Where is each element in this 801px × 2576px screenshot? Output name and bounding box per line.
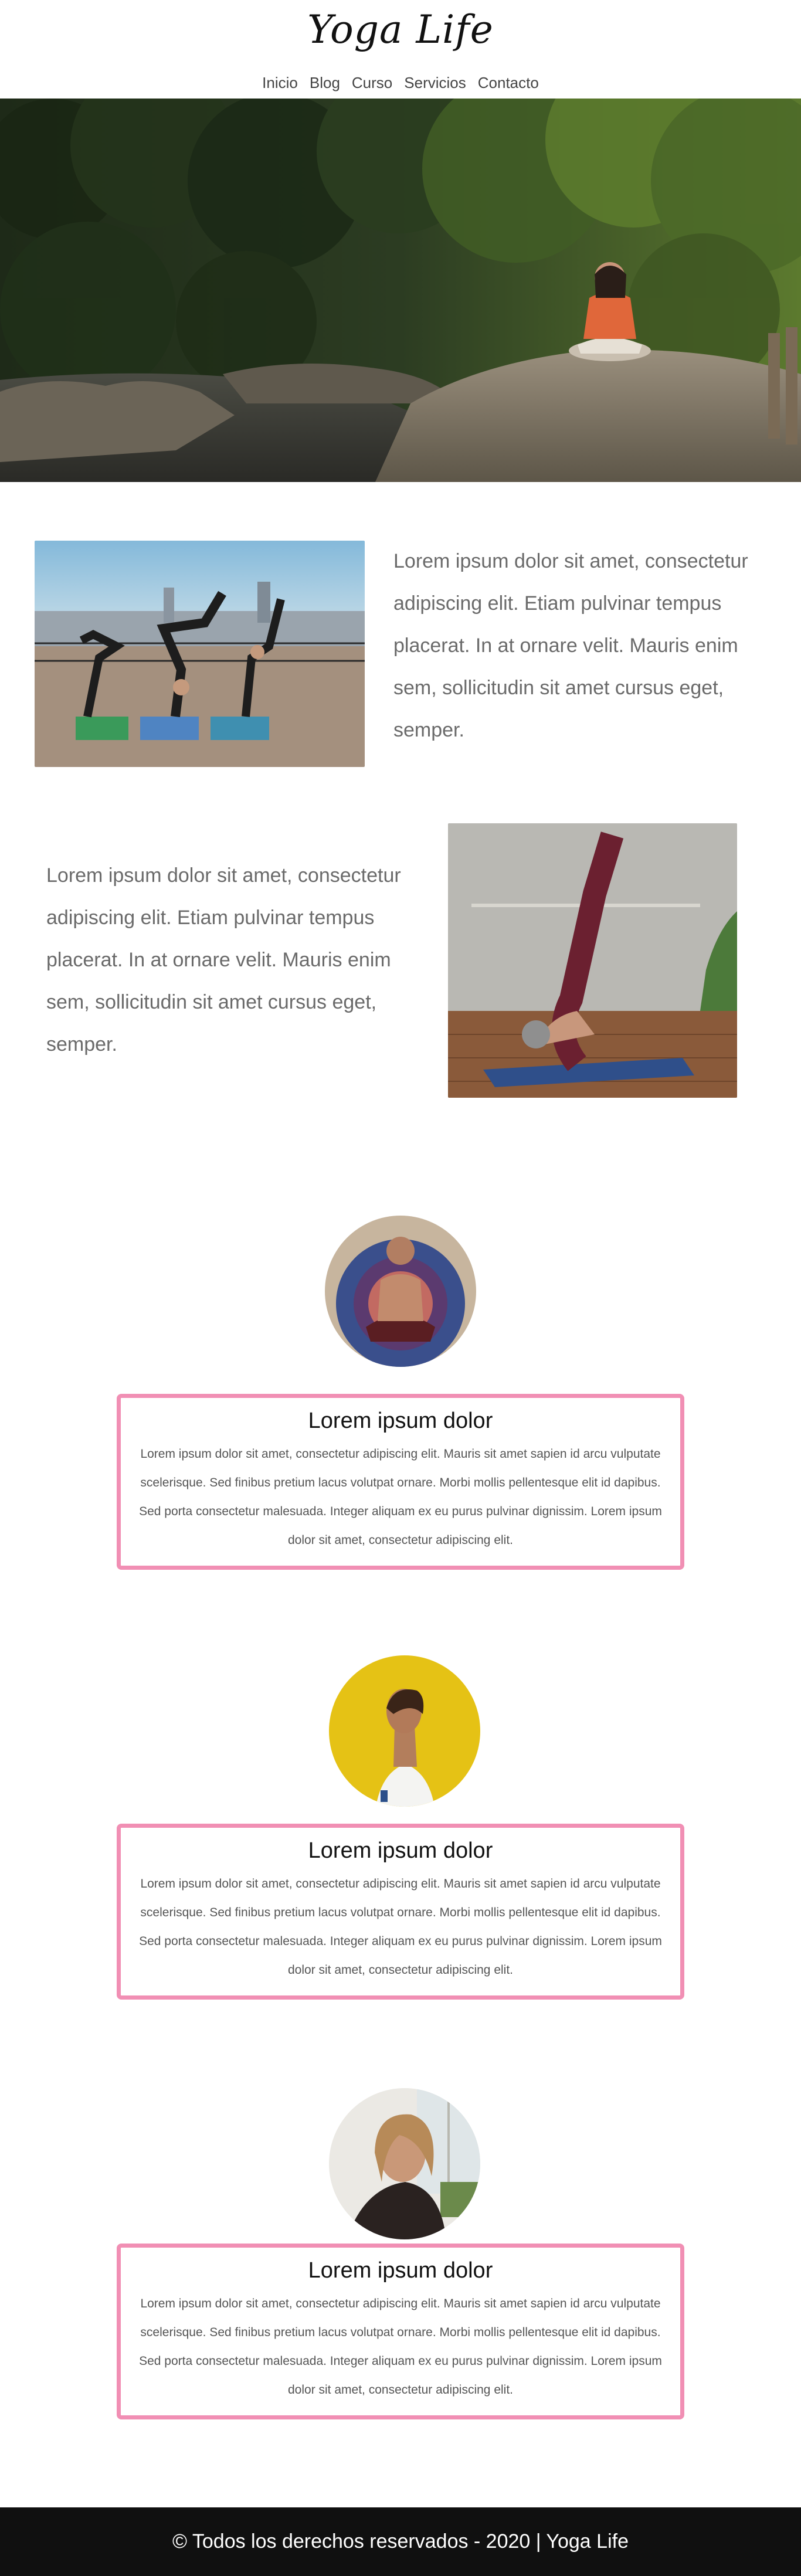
yoga-handstand-photo <box>448 823 737 1098</box>
site-header: Yoga Life Inicio Blog Curso Servicios Co… <box>0 0 801 99</box>
card-body-3: Lorem ipsum dolor sit amet, consectetur … <box>139 2297 662 2397</box>
nav-link-servicios[interactable]: Servicios <box>398 74 471 92</box>
card-title-2: Lorem ipsum dolor <box>308 1838 493 1863</box>
nav-link-inicio[interactable]: Inicio <box>256 74 304 92</box>
avatar-meditation-man <box>325 1216 476 1367</box>
yoga-group-photo <box>35 541 365 767</box>
nav-link-curso[interactable]: Curso <box>346 74 398 92</box>
card-body-2: Lorem ipsum dolor sit amet, consectetur … <box>139 1877 662 1977</box>
feature-text-1: Lorem ipsum dolor sit amet, consectetur … <box>393 550 748 741</box>
site-logo[interactable]: Yoga Life <box>0 7 801 52</box>
main-nav: Inicio Blog Curso Servicios Contacto <box>0 74 801 92</box>
hero-image <box>0 99 801 482</box>
card-title-3: Lorem ipsum dolor <box>308 2258 493 2283</box>
info-card-3: Lorem ipsum dolor Lorem ipsum dolor sit … <box>117 2244 684 2419</box>
avatar-woman-window <box>329 2088 480 2239</box>
card-body-1: Lorem ipsum dolor sit amet, consectetur … <box>139 1447 662 1547</box>
info-card-2: Lorem ipsum dolor Lorem ipsum dolor sit … <box>117 1824 684 2000</box>
avatar-woman-yellow <box>329 1655 480 1807</box>
feature-text-2: Lorem ipsum dolor sit amet, consectetur … <box>46 864 401 1055</box>
info-card-1: Lorem ipsum dolor Lorem ipsum dolor sit … <box>117 1394 684 1570</box>
site-footer: © Todos los derechos reservados - 2020 |… <box>0 2507 801 2576</box>
nav-link-blog[interactable]: Blog <box>304 74 346 92</box>
footer-copyright: © Todos los derechos reservados - 2020 |… <box>172 2530 629 2553</box>
card-title-1: Lorem ipsum dolor <box>308 1409 493 1433</box>
nav-link-contacto[interactable]: Contacto <box>472 74 545 92</box>
